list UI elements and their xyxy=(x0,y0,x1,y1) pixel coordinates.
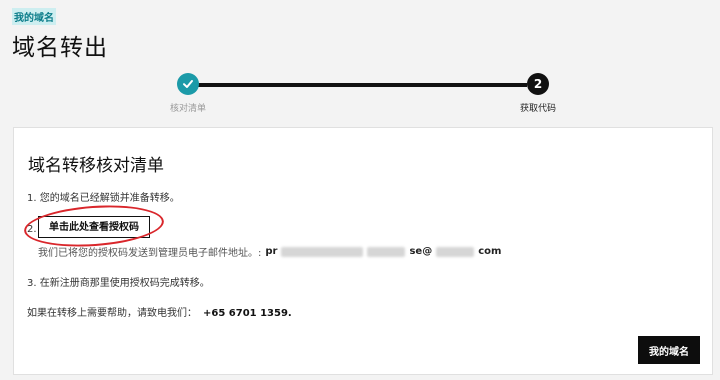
view-auth-code-button[interactable]: 单击此处查看授权码 xyxy=(38,216,150,238)
stepper-progress-line xyxy=(197,83,527,87)
checklist-item-3: 3. 在新注册商那里使用授权码完成转移。 xyxy=(27,278,210,289)
redacted-email-segment-1 xyxy=(281,246,364,257)
step-1-label: 核对清单 xyxy=(169,104,207,114)
breadcrumb-my-domains-link[interactable]: 我的域名 xyxy=(12,8,56,25)
step-2-number: 2 xyxy=(527,73,549,95)
step-2-label: 获取代码 xyxy=(519,104,557,114)
checklist-item-1: 1. 您的域名已经解锁并准备转移。 xyxy=(27,193,180,204)
my-domains-button[interactable]: 我的域名 xyxy=(638,336,700,364)
help-line: 如果在转移上需要帮助，请致电我们： +65 6701 1359. xyxy=(27,304,292,319)
email-start: pr xyxy=(265,246,278,257)
redacted-email-segment-2 xyxy=(367,246,406,257)
step-1-check-icon xyxy=(177,73,199,95)
transfer-stepper: 核对清单 2 获取代码 xyxy=(0,70,720,120)
checklist-title: 域名转移核对清单 xyxy=(28,156,164,176)
auth-code-sent-text: 我们已将您的授权码发送到管理员电子邮件地址。: xyxy=(38,248,262,259)
help-text: 如果在转移上需要帮助，请致电我们： xyxy=(27,308,197,319)
auth-code-sent-line: 我们已将您的授权码发送到管理员电子邮件地址。: pr se@ com xyxy=(38,244,501,259)
redacted-email-segment-3 xyxy=(436,246,475,257)
checklist-card: 域名转移核对清单 1. 您的域名已经解锁并准备转移。 2. 单击此处查看授权码 … xyxy=(13,127,713,375)
email-middle: se@ xyxy=(409,246,433,257)
checklist-item-2-number: 2. xyxy=(27,224,37,235)
support-phone-number: +65 6701 1359. xyxy=(203,308,292,319)
page-title: 域名转出 xyxy=(12,35,108,61)
email-end: com xyxy=(478,246,502,257)
